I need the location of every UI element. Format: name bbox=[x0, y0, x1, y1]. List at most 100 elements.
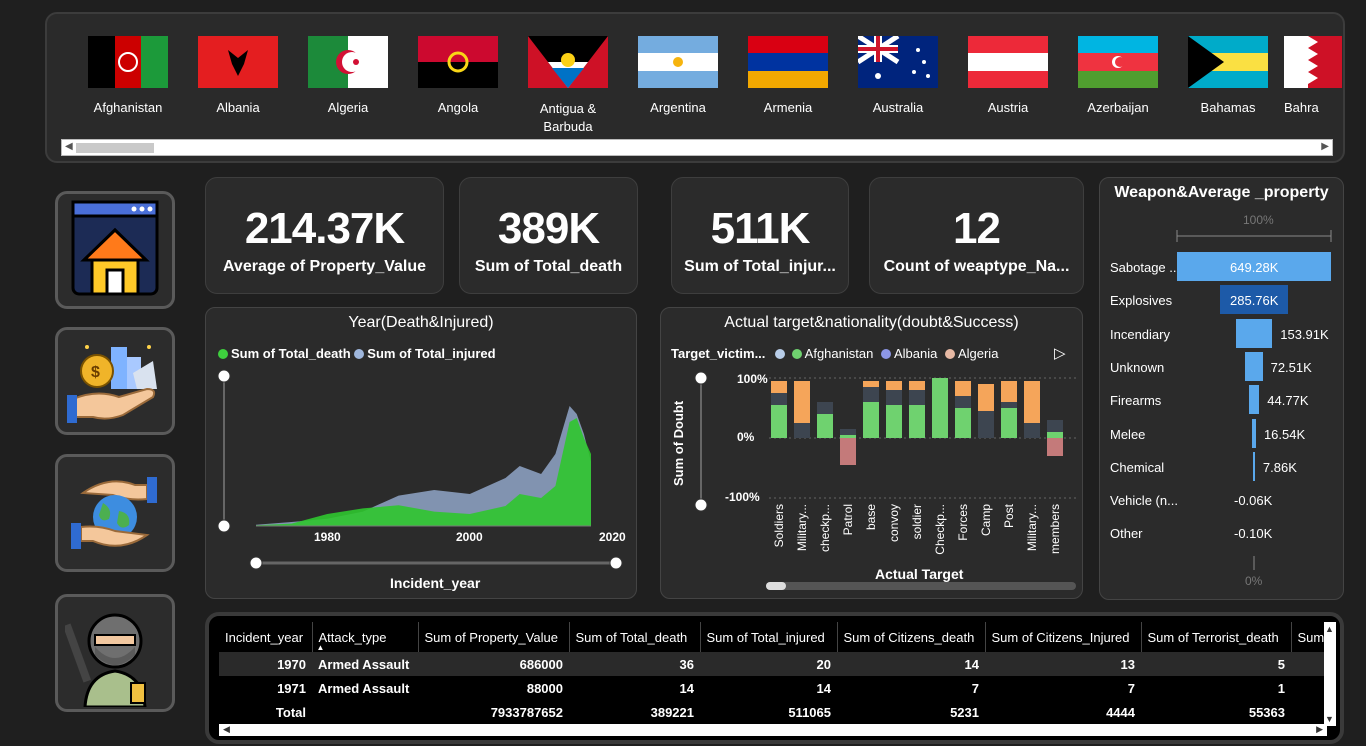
x-tick: 2000 bbox=[456, 530, 483, 544]
x-tick-label: soldier bbox=[910, 504, 924, 539]
table-cell: 36 bbox=[679, 656, 694, 672]
kpi-value: 12 bbox=[953, 204, 1001, 253]
table-hscrollbar[interactable]: ◀ ▶ bbox=[219, 724, 1327, 736]
soldier-icon bbox=[65, 613, 147, 707]
column-header[interactable]: Sum of Citizens_Injured bbox=[985, 622, 1142, 652]
table-cell: 686000 bbox=[519, 656, 563, 672]
weapon-label: Chemical bbox=[1110, 459, 1165, 475]
column-header[interactable]: Attack_type ▲ bbox=[312, 622, 419, 652]
flag-item-argentina[interactable]: Argentina bbox=[624, 36, 732, 115]
algeria-flag-icon bbox=[308, 36, 388, 88]
flag-item-bahrain[interactable]: Bahra bbox=[1284, 36, 1344, 115]
weapon-bar[interactable] bbox=[1248, 385, 1260, 415]
bar-segment bbox=[771, 393, 787, 405]
weapon-bar[interactable] bbox=[1245, 351, 1263, 381]
weapon-value: 72.51K bbox=[1270, 359, 1312, 375]
column-header[interactable]: Sum of Property_Value bbox=[418, 622, 570, 652]
y-tick: -100% bbox=[725, 490, 760, 504]
kpi-average-property-value[interactable]: 214.37K Average of Property_Value bbox=[205, 177, 444, 294]
home-nav-button[interactable] bbox=[55, 191, 175, 309]
flag-label: Antigua & Barbuda bbox=[539, 101, 597, 134]
bar-segment bbox=[794, 381, 810, 423]
weapon-bar[interactable] bbox=[1253, 451, 1255, 481]
table-row[interactable]: 1971 Armed Assault 88000 14 14 7 7 1 bbox=[219, 676, 1331, 700]
column-header[interactable]: Sum of Terrorist_death bbox=[1141, 622, 1292, 652]
bahrain-flag-icon bbox=[1284, 36, 1342, 88]
flag-item-afghanistan[interactable]: Afghanistan bbox=[74, 36, 182, 115]
x-tick: 2020 bbox=[599, 530, 626, 544]
terrorist-nav-button[interactable] bbox=[55, 594, 175, 712]
table-total-row[interactable]: Total 7933787652 389221 511065 5231 4444 55363 bbox=[219, 700, 1331, 724]
bar-segment bbox=[1047, 420, 1063, 432]
kpi-sum-total-death[interactable]: 389K Sum of Total_death bbox=[459, 177, 638, 294]
weapon-value: 649.28K bbox=[1230, 260, 1279, 275]
weapon-bar[interactable] bbox=[1252, 418, 1256, 448]
property-nav-button[interactable]: $ bbox=[55, 327, 175, 435]
table-cell: 4444 bbox=[1106, 704, 1135, 720]
weapon-label: Sabotage ... bbox=[1110, 260, 1181, 275]
bar-segment bbox=[840, 438, 856, 465]
x-scroll-thumb bbox=[766, 582, 786, 590]
flag-item-algeria[interactable]: Algeria bbox=[294, 36, 402, 115]
flag-item-armenia[interactable]: Armenia bbox=[734, 36, 842, 115]
scroll-right-icon[interactable]: ▶ bbox=[1321, 141, 1329, 152]
bar-segment bbox=[817, 414, 833, 438]
kpi-value: 389K bbox=[497, 204, 600, 253]
x-tick-label: Military... bbox=[795, 504, 809, 551]
x-tick-label: convoy bbox=[887, 504, 901, 542]
bar-segment bbox=[955, 381, 971, 396]
weapon-average-property-chart[interactable]: Weapon&Average _property 100% Sabotage .… bbox=[1099, 177, 1344, 600]
bar-segment bbox=[886, 390, 902, 405]
bar-segment bbox=[863, 387, 879, 402]
column-header[interactable]: Sum of Total_death bbox=[569, 622, 701, 652]
table-row[interactable]: 1970 Armed Assault 686000 36 20 14 13 5 bbox=[219, 652, 1331, 676]
table-cell: 5231 bbox=[950, 704, 979, 720]
column-header[interactable]: Incident_year bbox=[219, 622, 313, 652]
table-cell: 511065 bbox=[788, 704, 831, 720]
column-header[interactable]: Sum of Total_injured bbox=[700, 622, 838, 652]
azerbaijan-flag-icon bbox=[1078, 36, 1158, 88]
target-chart-plot: Soldiers Military... checkp... Patrol base co… bbox=[694, 371, 1076, 590]
actual-target-chart[interactable]: Actual target&nationality(doubt&Success)… bbox=[660, 307, 1083, 599]
x-tick: 1980 bbox=[314, 530, 341, 544]
table-cell: 7933787652 bbox=[490, 704, 563, 720]
australia-flag-icon bbox=[858, 36, 938, 88]
table-cell: 7 bbox=[1127, 680, 1135, 696]
flag-item-bahamas[interactable]: Bahamas bbox=[1174, 36, 1282, 115]
table-cell: Armed Assault bbox=[318, 656, 410, 672]
bar-segment bbox=[978, 411, 994, 438]
world-nav-button[interactable] bbox=[55, 454, 175, 572]
scroll-left-icon[interactable]: ◀ bbox=[65, 141, 73, 152]
country-flag-slicer[interactable]: Afghanistan Albania Algeria Angola Antigua &… bbox=[45, 12, 1345, 163]
table-cell: Total bbox=[275, 704, 306, 720]
x-tick-label: Checkp... bbox=[933, 504, 947, 555]
bar-segment bbox=[1047, 438, 1063, 456]
flag-item-azerbaijan[interactable]: Azerbaijan bbox=[1064, 36, 1172, 115]
x-tick-label: Forces bbox=[956, 504, 970, 541]
x-slider-left-handle bbox=[249, 556, 263, 570]
flag-item-albania[interactable]: Albania bbox=[184, 36, 292, 115]
flag-scrollbar[interactable]: ◀ ▶ bbox=[61, 139, 1333, 156]
flag-label: Azerbaijan bbox=[1087, 100, 1149, 115]
table-vscrollbar[interactable]: ▲ ▼ bbox=[1324, 622, 1336, 726]
weapon-value: 16.54K bbox=[1263, 426, 1306, 442]
y-tick: 0% bbox=[737, 430, 755, 444]
sort-asc-icon: ▲ bbox=[316, 643, 325, 652]
kpi-sum-total-injured[interactable]: 511K Sum of Total_injur... bbox=[671, 177, 849, 294]
flag-item-antigua-barbuda[interactable]: Antigua & Barbuda bbox=[514, 36, 622, 136]
flag-item-angola[interactable]: Angola bbox=[404, 36, 512, 115]
year-death-injured-chart[interactable]: Year(Death&Injured) Sum of Total_death S… bbox=[205, 307, 637, 599]
x-tick-label: base bbox=[864, 504, 878, 530]
flag-item-austria[interactable]: Austria bbox=[954, 36, 1062, 115]
column-header[interactable]: Sum of Citizens_death bbox=[837, 622, 986, 652]
kpi-count-weapon-type[interactable]: 12 Count of weaptype_Na... bbox=[869, 177, 1084, 294]
weapon-value: 153.91K bbox=[1280, 326, 1329, 342]
attack-summary-table[interactable]: Incident_year Attack_type ▲ Sum of Property… bbox=[205, 612, 1344, 744]
scroll-thumb[interactable] bbox=[76, 143, 154, 153]
flag-item-australia[interactable]: Australia bbox=[844, 36, 952, 115]
x-tick-label: Post bbox=[1002, 503, 1016, 528]
table-cell: 5 bbox=[1277, 656, 1285, 672]
flag-label: Australia bbox=[872, 100, 924, 115]
weapon-bar[interactable] bbox=[1235, 318, 1273, 348]
table-cell: 7 bbox=[971, 680, 979, 696]
